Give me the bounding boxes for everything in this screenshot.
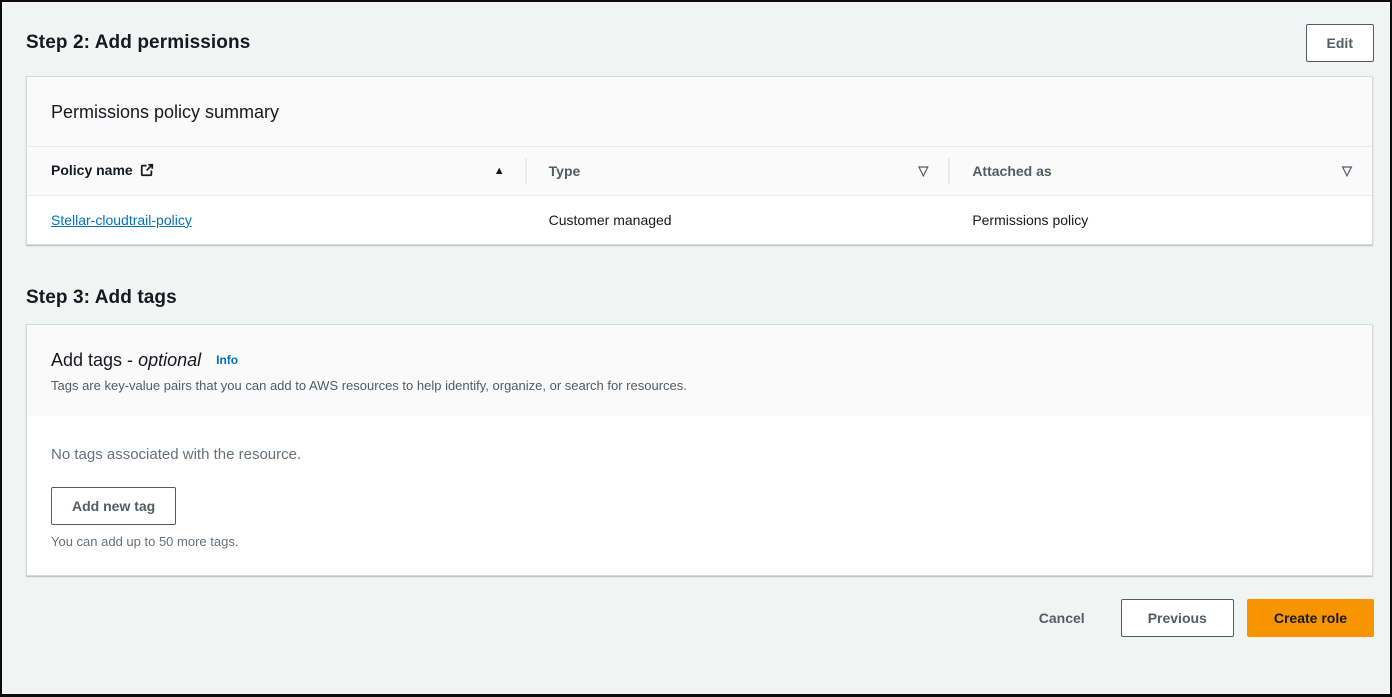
add-tags-panel: Add tags - optional Info Tags are key-va… — [26, 324, 1373, 576]
info-link[interactable]: Info — [216, 353, 238, 367]
policy-attached-as-cell: Permissions policy — [972, 212, 1089, 228]
sort-ascending-icon[interactable]: ▲ — [494, 165, 505, 177]
filter-icon[interactable]: ▽ — [1342, 163, 1352, 179]
policy-table-row: Stellar-cloudtrail-policy Customer manag… — [27, 196, 1372, 244]
add-tags-title-text: Add tags - — [51, 350, 134, 370]
previous-button[interactable]: Previous — [1120, 599, 1234, 637]
footer-actions: Cancel Previous Create role — [26, 599, 1374, 637]
add-tags-panel-header: Add tags - optional Info Tags are key-va… — [27, 325, 1372, 416]
step3-header-row: Step 3: Add tags — [26, 287, 1374, 309]
create-role-button[interactable]: Create role — [1246, 599, 1374, 637]
permissions-policy-panel: Permissions policy summary Policy name ▲… — [26, 76, 1373, 245]
permissions-panel-title: Permissions policy summary — [51, 102, 280, 122]
edit-button[interactable]: Edit — [1305, 24, 1374, 62]
step2-header-row: Step 2: Add permissions Edit — [26, 24, 1374, 62]
column-header-policy-name[interactable]: Policy name ▲ — [27, 147, 525, 195]
add-tags-panel-title: Add tags - optional Info — [51, 350, 1348, 371]
external-link-icon — [140, 163, 154, 180]
type-column-label: Type — [548, 163, 581, 179]
no-tags-message: No tags associated with the resource. — [51, 446, 302, 463]
column-header-type[interactable]: Type ▽ — [525, 147, 949, 195]
policy-type-cell: Customer managed — [548, 212, 672, 228]
policy-name-cell: Stellar-cloudtrail-policy — [27, 196, 525, 244]
policy-table-header: Policy name ▲ Type ▽ Attached as ▽ — [27, 146, 1372, 196]
add-tags-description: Tags are key-value pairs that you can ad… — [51, 378, 687, 393]
optional-label: optional — [138, 350, 202, 370]
attached-as-column-label: Attached as — [972, 163, 1052, 179]
add-tags-panel-body: No tags associated with the resource. Ad… — [27, 416, 1372, 575]
filter-icon[interactable]: ▽ — [918, 163, 928, 179]
cancel-button[interactable]: Cancel — [1039, 602, 1085, 634]
add-new-tag-button[interactable]: Add new tag — [51, 487, 177, 525]
step2-heading: Step 2: Add permissions — [26, 32, 251, 53]
column-header-attached-as[interactable]: Attached as ▽ — [948, 147, 1372, 195]
permissions-panel-header: Permissions policy summary — [27, 77, 1372, 146]
tag-limit-hint: You can add up to 50 more tags. — [51, 534, 239, 549]
step3-heading: Step 3: Add tags — [26, 287, 177, 308]
policy-name-column-label: Policy name — [51, 162, 154, 180]
policy-name-link[interactable]: Stellar-cloudtrail-policy — [51, 212, 192, 228]
